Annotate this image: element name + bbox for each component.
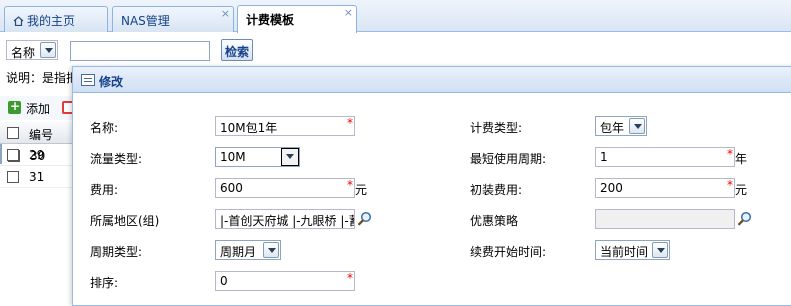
search-icon[interactable] bbox=[357, 211, 372, 226]
row-checkbox[interactable] bbox=[7, 149, 19, 161]
flow-type-select[interactable]: 10M bbox=[215, 147, 300, 167]
period-type-value: 周期月 bbox=[220, 245, 257, 259]
search-input[interactable] bbox=[70, 41, 210, 61]
tab-nas[interactable]: NAS管理 × bbox=[112, 6, 234, 32]
install-fee-unit: 元 bbox=[735, 183, 748, 197]
tab-label: 我的主页 bbox=[27, 14, 76, 28]
close-icon[interactable]: × bbox=[344, 6, 353, 19]
home-icon bbox=[13, 16, 24, 26]
fee-unit: 元 bbox=[355, 183, 368, 197]
close-icon[interactable]: × bbox=[221, 7, 230, 20]
min-period-field[interactable]: 1 bbox=[595, 147, 735, 167]
chevron-down-icon[interactable] bbox=[629, 118, 645, 134]
min-period-unit: 年 bbox=[735, 152, 748, 166]
add-button[interactable]: 添加 bbox=[26, 100, 50, 117]
search-field-label: 名称 bbox=[11, 46, 36, 60]
window-header[interactable]: 修改 bbox=[73, 67, 791, 93]
description-text: 说明：是指把 bbox=[6, 71, 79, 85]
install-fee-label: 初装费用: bbox=[470, 183, 523, 197]
chevron-down-icon[interactable] bbox=[40, 42, 56, 58]
period-type-label: 周期类型: bbox=[90, 245, 143, 259]
required-mark: * bbox=[347, 116, 353, 130]
order-field[interactable]: 0 bbox=[215, 271, 355, 291]
chevron-down-icon[interactable] bbox=[281, 148, 299, 166]
discount-label: 优惠策略 bbox=[470, 214, 519, 228]
billing-type-value: 包年 bbox=[600, 121, 625, 135]
region-label: 所属地区(组) bbox=[90, 214, 160, 228]
row-id: 31 bbox=[29, 170, 45, 184]
grid-toolbar: 添加 bbox=[0, 96, 80, 120]
search-bar: 名称 检索 bbox=[0, 34, 791, 66]
table-row[interactable]: 31 bbox=[0, 166, 80, 188]
search-icon[interactable] bbox=[737, 211, 752, 226]
discount-field[interactable] bbox=[595, 209, 735, 229]
form-icon bbox=[81, 74, 95, 86]
search-button[interactable]: 检索 bbox=[221, 39, 254, 61]
tab-label: 计费模板 bbox=[246, 13, 295, 27]
column-header-id: 编号 bbox=[29, 128, 54, 142]
order-label: 排序: bbox=[90, 276, 119, 290]
required-mark: * bbox=[727, 147, 733, 161]
edit-window: 修改 名称: 10M包1年 * 流量类型: 10M 费用: 600 * 元 所属… bbox=[72, 66, 791, 306]
billing-type-label: 计费类型: bbox=[470, 121, 523, 135]
add-icon[interactable] bbox=[8, 99, 21, 114]
fee-field[interactable]: 600 bbox=[215, 178, 355, 198]
flow-type-value: 10M bbox=[220, 150, 246, 164]
name-field[interactable]: 10M包1年 bbox=[215, 116, 355, 136]
row-id: 29 bbox=[29, 148, 45, 162]
chevron-down-icon[interactable] bbox=[652, 242, 668, 258]
name-label: 名称: bbox=[90, 121, 119, 135]
row-checkbox[interactable] bbox=[7, 171, 19, 183]
required-mark: * bbox=[727, 178, 733, 192]
window-title: 修改 bbox=[99, 75, 124, 89]
tab-label: NAS管理 bbox=[121, 14, 170, 28]
fee-label: 费用: bbox=[90, 183, 119, 197]
chevron-down-icon[interactable] bbox=[263, 242, 279, 258]
renew-start-select[interactable]: 当前时间 bbox=[595, 240, 670, 260]
select-all-checkbox[interactable] bbox=[7, 127, 19, 139]
search-field-select[interactable]: 名称 bbox=[6, 40, 58, 60]
table-row[interactable]: 29 bbox=[0, 144, 80, 166]
period-type-select[interactable]: 周期月 bbox=[215, 240, 281, 260]
billing-type-select[interactable]: 包年 bbox=[595, 116, 647, 136]
required-mark: * bbox=[347, 271, 353, 285]
tab-home[interactable]: 我的主页 bbox=[4, 6, 108, 32]
tab-bar: 我的主页 NAS管理 × 计费模板 × bbox=[0, 0, 791, 33]
renew-start-label: 续费开始时间: bbox=[470, 245, 547, 259]
region-field[interactable]: |-首创天府城 |-九眼桥 |-蓄 bbox=[215, 209, 355, 229]
tab-billing-template[interactable]: 计费模板 × bbox=[237, 5, 357, 33]
required-mark: * bbox=[347, 178, 353, 192]
record-grid: 编号 30 29 31 bbox=[0, 122, 80, 188]
renew-start-value: 当前时间 bbox=[600, 245, 649, 259]
min-period-label: 最短使用周期: bbox=[470, 152, 547, 166]
grid-header: 编号 bbox=[0, 122, 80, 144]
install-fee-field[interactable]: 200 bbox=[595, 178, 735, 198]
flow-type-label: 流量类型: bbox=[90, 152, 143, 166]
